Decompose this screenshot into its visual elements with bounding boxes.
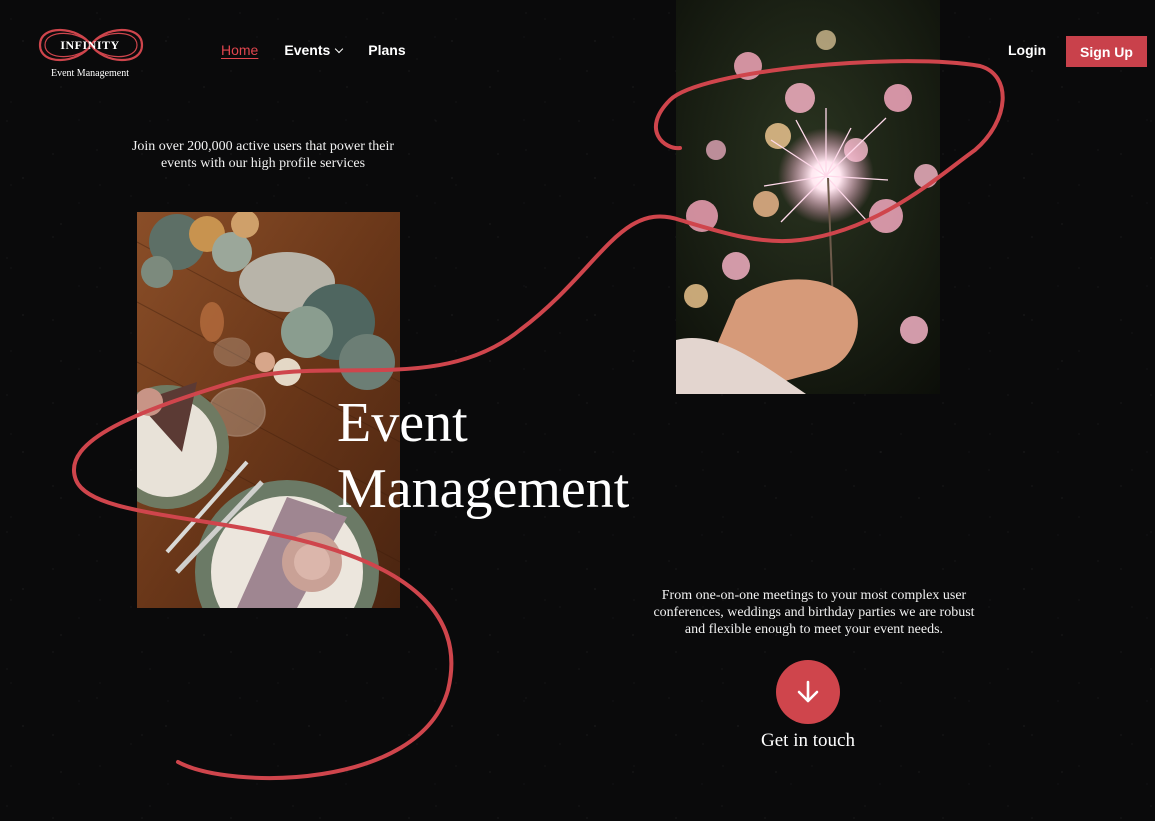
signup-button[interactable]: Sign Up [1066, 36, 1147, 67]
hero-headline: Event Management [337, 390, 629, 522]
arrow-down-icon [797, 680, 819, 703]
get-in-touch-label[interactable]: Get in touch [720, 730, 896, 752]
nav-plans-label: Plans [368, 42, 406, 58]
login-link[interactable]: Login [1008, 42, 1046, 58]
main-nav: Home Events Plans [221, 42, 406, 58]
get-in-touch-button[interactable] [776, 660, 840, 724]
nav-events-label: Events [284, 42, 331, 58]
brand-name: INFINITY [60, 38, 120, 52]
intro-text: Join over 200,000 active users that powe… [131, 139, 395, 171]
hero-description: From one-on-one meetings to your most co… [653, 588, 975, 637]
brand-logo[interactable]: INFINITY Event Management [36, 18, 146, 82]
chevron-down-icon [335, 44, 344, 53]
nav-events[interactable]: Events [284, 42, 344, 58]
nav-plans[interactable]: Plans [368, 42, 405, 58]
brand-tagline: Event Management [50, 68, 130, 79]
hero-headline-line1: Event [337, 392, 468, 454]
nav-home[interactable]: Home [221, 42, 258, 58]
hero-headline-line2: Management [337, 458, 630, 520]
nav-home-label: Home [221, 42, 259, 58]
sparkler-photo [676, 0, 940, 394]
